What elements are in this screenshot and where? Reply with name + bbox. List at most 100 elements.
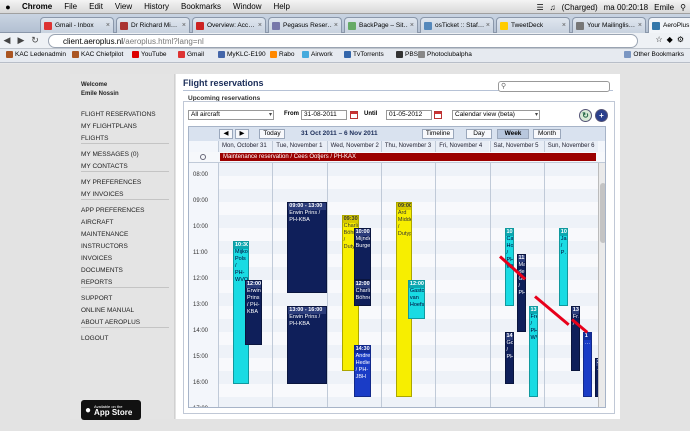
time-slot[interactable] <box>218 176 598 189</box>
bookmark-item[interactable]: KAC Ledenadmin <box>6 51 66 58</box>
day-header[interactable]: Sun, November 6 <box>543 141 599 152</box>
volume-icon[interactable]: ♫ <box>550 3 556 12</box>
maintenance-reservation[interactable]: Maintenance reservation / Cees Ootjers /… <box>220 153 596 161</box>
day-header[interactable]: Mon, October 31 <box>218 141 273 152</box>
sidebar-item[interactable]: FLIGHT RESERVATIONS <box>81 111 156 118</box>
reservation-event[interactable]: 12:00Charlie Böhne <box>353 280 371 306</box>
reservation-event[interactable]: 09:00 - 13:00 Erwin Prins / PH-KBA <box>287 202 328 293</box>
browser-tab[interactable]: Gmail - Inbox × <box>40 17 114 33</box>
bookmark-item[interactable]: MyKLC-E190 <box>218 51 266 58</box>
close-tab-icon[interactable]: × <box>638 22 642 29</box>
close-tab-icon[interactable]: × <box>334 22 338 29</box>
browser-tab[interactable]: BackPage – Sit… × <box>344 17 418 33</box>
tab-day[interactable]: Day <box>466 129 492 139</box>
time-slot[interactable] <box>218 163 598 176</box>
prev-week-icon[interactable]: ◀ <box>219 129 233 139</box>
apple-menu-icon[interactable]: ● <box>0 2 16 12</box>
menu-window[interactable]: Window <box>227 2 267 11</box>
close-tab-icon[interactable]: × <box>258 22 262 29</box>
tab-timeline[interactable]: Timeline <box>422 129 454 139</box>
tab-month[interactable]: Month <box>533 129 561 139</box>
clock[interactable]: ma 00:20:18 <box>604 3 648 12</box>
user-name[interactable]: Emile <box>654 3 674 12</box>
sidebar-item[interactable]: LOGOUT <box>81 335 108 342</box>
sidebar-item[interactable]: MY CONTACTS <box>81 163 128 170</box>
close-tab-icon[interactable]: × <box>410 22 414 29</box>
sidebar-item[interactable]: MY INVOICES <box>81 191 124 198</box>
from-date-field[interactable]: 31-08-2011 <box>301 110 347 120</box>
menu-view[interactable]: View <box>109 2 138 11</box>
menu-history[interactable]: History <box>138 2 175 11</box>
until-date-field[interactable]: 01-05-2012 <box>386 110 432 120</box>
day-header[interactable]: Tue, November 1 <box>272 141 327 152</box>
sidebar-item[interactable]: DOCUMENTS <box>81 267 123 274</box>
sidebar-item[interactable]: ABOUT AEROPLUS <box>81 319 140 326</box>
reservation-event[interactable]: 10Ja… / P… <box>558 228 569 306</box>
bookmark-item[interactable]: Gmail <box>178 51 204 58</box>
bookmark-item[interactable]: Airwork <box>302 51 333 58</box>
menu-file[interactable]: File <box>58 2 83 11</box>
menu-chrome[interactable]: Chrome <box>16 2 58 11</box>
view-select[interactable]: Calendar view (beta) ▾ <box>452 110 540 120</box>
back-icon[interactable]: ◀ <box>0 35 14 46</box>
reservation-event[interactable]: 14:30 Andre Hedie / PH-JBH <box>353 345 371 397</box>
other-bookmarks[interactable]: Other Bookmarks <box>624 51 684 58</box>
next-week-icon[interactable]: ▶ <box>235 129 249 139</box>
day-header[interactable]: Fri, November 4 <box>435 141 490 152</box>
sidebar-item[interactable]: MAINTENANCE <box>81 231 128 238</box>
spotlight-icon[interactable]: ⚲ <box>680 3 686 12</box>
vertical-scrollbar[interactable] <box>598 163 605 407</box>
bookmark-item[interactable]: YouTube <box>132 51 167 58</box>
time-slot[interactable] <box>218 397 598 407</box>
wifi-icon[interactable]: ☰ <box>536 3 543 12</box>
sidebar-item[interactable]: INVOICES <box>81 255 112 262</box>
search-input[interactable]: ⚲ <box>498 81 610 92</box>
today-button[interactable]: Today <box>259 129 285 139</box>
day-header[interactable]: Wed, November 2 <box>326 141 381 152</box>
reservation-event[interactable]: 13Fr… / <box>570 306 581 371</box>
reservation-event[interactable]: 14:0Gou… / PH… <box>504 332 514 384</box>
bookmark-item[interactable]: Rabo <box>270 51 295 58</box>
sidebar-item[interactable]: SUPPORT <box>81 295 112 302</box>
star-icon[interactable]: ☆ <box>656 35 663 44</box>
address-bar[interactable]: client.aeroplus.nl/aeroplus.html?lang=nl <box>48 34 638 48</box>
battery-status[interactable]: (Charged) <box>562 3 598 12</box>
sidebar-item[interactable]: ONLINE MANUAL <box>81 307 134 314</box>
close-tab-icon[interactable]: × <box>486 22 490 29</box>
sidebar-item[interactable]: INSTRUCTORS <box>81 243 128 250</box>
reservation-event[interactable]: 13:00 - 16:00 Erwin Prins / PH-KBA <box>287 306 328 384</box>
menu-edit[interactable]: Edit <box>83 2 109 11</box>
aircraft-select[interactable]: All aircraft ▾ <box>188 110 274 120</box>
sidebar-item[interactable]: MY FLIGHTPLANS <box>81 123 137 130</box>
menu-bookmarks[interactable]: Bookmarks <box>175 2 227 11</box>
browser-tab[interactable]: Pegasus Reser… × <box>268 17 342 33</box>
close-tab-icon[interactable]: × <box>182 22 186 29</box>
refresh-icon[interactable]: ↻ <box>579 109 592 122</box>
reservation-event[interactable]: 13:0Fre… / PH-WV <box>528 306 538 397</box>
wrench-icon[interactable]: ⚙ <box>677 35 684 44</box>
close-tab-icon[interactable]: × <box>562 22 566 29</box>
reservation-event[interactable]: 1… <box>582 332 593 397</box>
bookmark-item[interactable]: KAC Chiefpilot <box>72 51 123 58</box>
reload-icon[interactable]: ↻ <box>28 35 42 46</box>
reservation-event[interactable]: 12:00 Erwin Prins / PH-KBA <box>245 280 262 345</box>
sidebar-item[interactable]: MY MESSAGES (0) <box>81 151 139 158</box>
close-tab-icon[interactable]: × <box>106 22 110 29</box>
time-slot[interactable] <box>218 189 598 202</box>
day-header[interactable]: Thu, November 3 <box>380 141 436 152</box>
browser-tab[interactable]: TweetDeck × <box>496 17 570 33</box>
calendar-icon[interactable] <box>350 111 358 119</box>
reservation-event[interactable]: 11:0Mar… de Gro… / PH… <box>516 254 526 332</box>
sidebar-item[interactable]: REPORTS <box>81 279 112 286</box>
add-reservation-icon[interactable]: + <box>595 109 608 122</box>
bookmark-item[interactable]: PBS <box>396 51 418 58</box>
sidebar-item[interactable]: AIRCRAFT <box>81 219 114 226</box>
bookmark-item[interactable]: TvTorrents <box>344 51 384 58</box>
calendar-icon[interactable] <box>434 111 442 119</box>
sidebar-item[interactable]: MY PREFERENCES <box>81 179 141 186</box>
browser-tab[interactable]: osTicket :: Staf… × <box>420 17 494 33</box>
scrollbar-thumb[interactable] <box>600 183 605 243</box>
tab-week[interactable]: Week <box>497 129 529 139</box>
menu-help[interactable]: Help <box>267 2 295 11</box>
sidebar-item[interactable]: APP PREFERENCES <box>81 207 144 214</box>
